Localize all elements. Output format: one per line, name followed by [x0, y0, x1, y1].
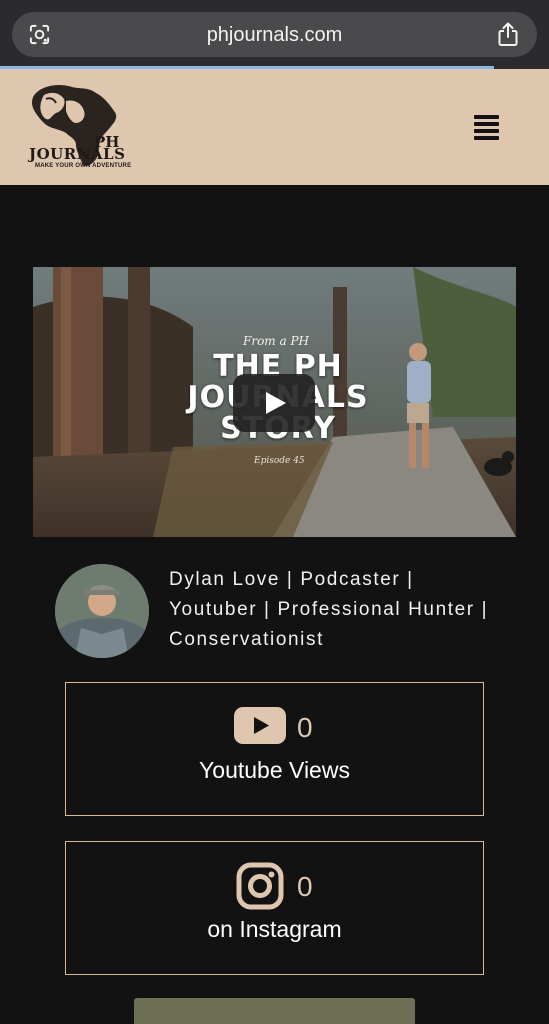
avatar — [55, 564, 149, 658]
site-header: PH JOURNALS MAKE YOUR OWN ADVENTURE — [0, 69, 549, 185]
video-episode: Episode 45 — [254, 456, 305, 466]
logo-text-journals: JOURNALS — [29, 145, 126, 163]
call-to-action-button[interactable] — [134, 998, 415, 1024]
share-icon[interactable] — [497, 22, 519, 47]
youtube-count: 0 — [297, 712, 313, 743]
avatar-photo — [55, 564, 149, 658]
instagram-icon[interactable] — [236, 862, 284, 910]
video-pretitle: From a PH — [243, 334, 309, 348]
play-icon — [266, 392, 286, 414]
url-text[interactable]: phjournals.com — [12, 24, 537, 47]
profile-bio: Dylan Love | Podcaster | Youtuber | Prof… — [169, 569, 489, 650]
instagram-stat-box: 0 on Instagram — [65, 841, 484, 975]
instagram-count: 0 — [297, 871, 313, 902]
youtube-icon[interactable] — [234, 707, 286, 744]
youtube-stat-box: 0 Youtube Views — [65, 682, 484, 816]
hamburger-menu-icon[interactable] — [472, 112, 502, 142]
browser-toolbar: phjournals.com — [0, 0, 549, 69]
play-button[interactable] — [233, 374, 315, 432]
instagram-label: on Instagram — [207, 916, 342, 942]
address-bar[interactable]: phjournals.com — [12, 12, 537, 57]
ph-journals-logo[interactable]: PH JOURNALS MAKE YOUR OWN ADVENTURE — [26, 81, 131, 173]
logo-tagline: MAKE YOUR OWN ADVENTURE — [35, 163, 132, 169]
video-player[interactable]: From a PH THE PH JOURNALS STORY Episode … — [33, 267, 516, 537]
youtube-label: Youtube Views — [199, 757, 350, 783]
